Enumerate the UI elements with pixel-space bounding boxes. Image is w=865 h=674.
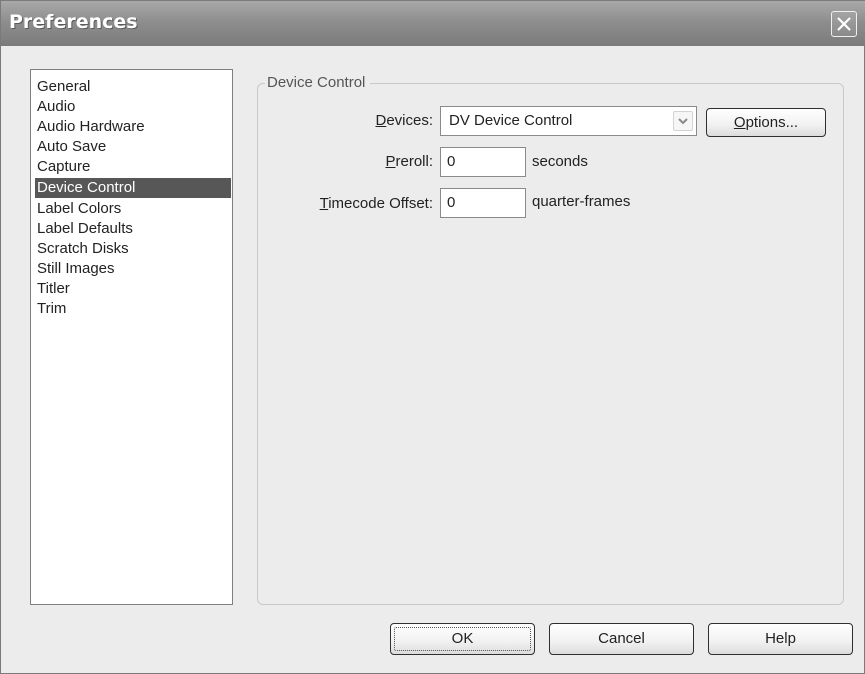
group-title: Device Control [265,74,371,91]
devices-dropdown[interactable]: DV Device Control [440,106,697,136]
chevron-down-icon [678,118,688,125]
preroll-input[interactable]: 0 [440,147,526,177]
list-item-scratch-disks[interactable]: Scratch Disks [35,239,231,259]
options-button[interactable]: Options... [706,108,826,137]
preroll-unit: seconds [532,153,588,170]
help-button[interactable]: Help [708,623,853,655]
devices-label: Devices: [375,112,433,129]
timecode-offset-unit: quarter-frames [532,193,631,210]
window-title: Preferences [9,11,138,33]
list-item-label-defaults[interactable]: Label Defaults [35,219,231,239]
preroll-label: Preroll: [385,153,433,170]
list-item-titler[interactable]: Titler [35,279,231,299]
list-item-trim[interactable]: Trim [35,299,231,319]
timecode-offset-label: Timecode Offset: [319,195,433,212]
list-item-general[interactable]: General [35,77,231,97]
list-item-audio[interactable]: Audio [35,97,231,117]
dropdown-arrow-button[interactable] [673,111,693,131]
devices-selected-value: DV Device Control [449,112,573,129]
close-icon [837,17,851,31]
list-item-capture[interactable]: Capture [35,157,231,177]
preferences-dialog: Preferences General Audio Audio Hardware… [0,0,865,674]
title-bar[interactable]: Preferences [1,1,865,46]
category-list[interactable]: General Audio Audio Hardware Auto Save C… [30,69,233,605]
list-item-audio-hardware[interactable]: Audio Hardware [35,117,231,137]
focus-ring [394,627,531,651]
timecode-offset-input[interactable]: 0 [440,188,526,218]
ok-button[interactable]: OK [390,623,535,655]
cancel-button[interactable]: Cancel [549,623,694,655]
list-item-auto-save[interactable]: Auto Save [35,137,231,157]
list-item-still-images[interactable]: Still Images [35,259,231,279]
list-item-label-colors[interactable]: Label Colors [35,199,231,219]
close-button[interactable] [831,11,857,37]
list-item-device-control[interactable]: Device Control [35,178,231,198]
